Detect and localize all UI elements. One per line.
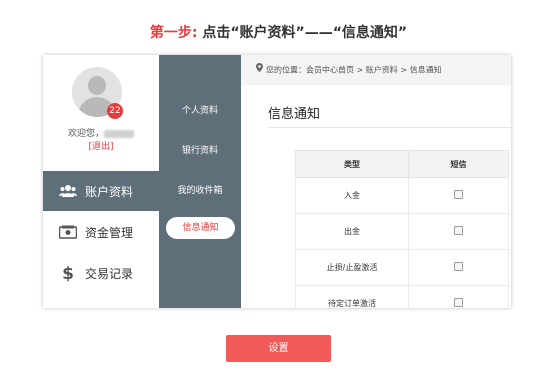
account-submenu: 个人资料 银行资料 我的收件箱 信息通知 xyxy=(159,55,241,308)
sms-checkbox-cell xyxy=(408,249,509,286)
user-panel: 22 欢迎您， [退出] 账户资料 资金管理 $ 交易记录 xyxy=(43,55,159,308)
screenshot-frame: 22 欢迎您， [退出] 账户资料 资金管理 $ 交易记录 个人资料 银行资料 … xyxy=(43,55,511,308)
sms-checkbox-cell xyxy=(408,285,509,308)
table-header-row: 类型 短信 xyxy=(295,150,509,178)
table-row: 止损/止盈激活 xyxy=(295,249,509,286)
title-divider xyxy=(268,127,511,128)
breadcrumb: 您的位置：会员中心首页 > 账户资料 > 信息通知 xyxy=(241,55,511,85)
users-icon xyxy=(59,182,77,200)
nav-item-trades[interactable]: $ 交易记录 xyxy=(43,253,159,293)
sms-checkbox[interactable] xyxy=(454,298,463,307)
content-area: 您的位置：会员中心首页 > 账户资料 > 信息通知 信息通知 类型 短信 入金 … xyxy=(241,55,511,308)
sms-checkbox[interactable] xyxy=(454,262,463,271)
row-type-label: 出金 xyxy=(295,213,409,250)
blurred-username xyxy=(104,129,134,138)
column-header-type: 类型 xyxy=(295,150,409,178)
table-row: 待定订单激活 xyxy=(295,285,509,308)
step-text: 点击“账户资料”——“信息通知” xyxy=(197,25,408,41)
setup-button[interactable]: 设置 xyxy=(226,335,331,362)
sms-checkbox[interactable] xyxy=(454,190,463,199)
dollar-icon: $ xyxy=(59,264,77,282)
location-pin-icon xyxy=(256,55,263,85)
submenu-item-bank[interactable]: 银行资料 xyxy=(159,143,241,156)
table-row: 入金 xyxy=(295,177,509,214)
logout-link[interactable]: [退出] xyxy=(43,139,159,152)
column-header-sms: 短信 xyxy=(408,150,509,178)
nav-item-funds[interactable]: 资金管理 xyxy=(43,212,159,252)
submenu-item-inbox[interactable]: 我的收件箱 xyxy=(159,183,241,196)
step-label: 第一步: xyxy=(149,25,198,41)
row-type-label: 入金 xyxy=(295,177,409,214)
svg-text:$: $ xyxy=(62,264,74,282)
table-row: 出金 xyxy=(295,213,509,250)
nav-item-account[interactable]: 账户资料 xyxy=(43,171,159,211)
row-type-label: 止损/止盈激活 xyxy=(295,249,409,286)
welcome-label: 欢迎您， xyxy=(67,129,104,139)
wallet-icon xyxy=(59,223,77,241)
submenu-item-notifications[interactable]: 信息通知 xyxy=(166,217,235,239)
notification-badge[interactable]: 22 xyxy=(107,103,123,119)
page-title: 信息通知 xyxy=(268,107,321,122)
welcome-text: 欢迎您， xyxy=(43,126,159,139)
nav-item-trades-label: 交易记录 xyxy=(85,266,134,281)
avatar-head-shape xyxy=(88,76,106,95)
sms-checkbox-cell xyxy=(408,177,509,214)
nav-item-account-label: 账户资料 xyxy=(85,184,134,199)
nav-item-funds-label: 资金管理 xyxy=(85,225,134,240)
instruction-title: 第一步: 点击“账户资料”——“信息通知” xyxy=(0,22,557,42)
sms-checkbox-cell xyxy=(408,213,509,250)
submenu-item-profile[interactable]: 个人资料 xyxy=(159,103,241,116)
row-type-label: 待定订单激活 xyxy=(295,285,409,308)
sms-checkbox[interactable] xyxy=(454,226,463,235)
breadcrumb-text: 您的位置：会员中心首页 > 账户资料 > 信息通知 xyxy=(266,65,442,75)
notification-table: 类型 短信 入金 出金 止损/止盈激活 待定订单激活 xyxy=(295,150,509,308)
